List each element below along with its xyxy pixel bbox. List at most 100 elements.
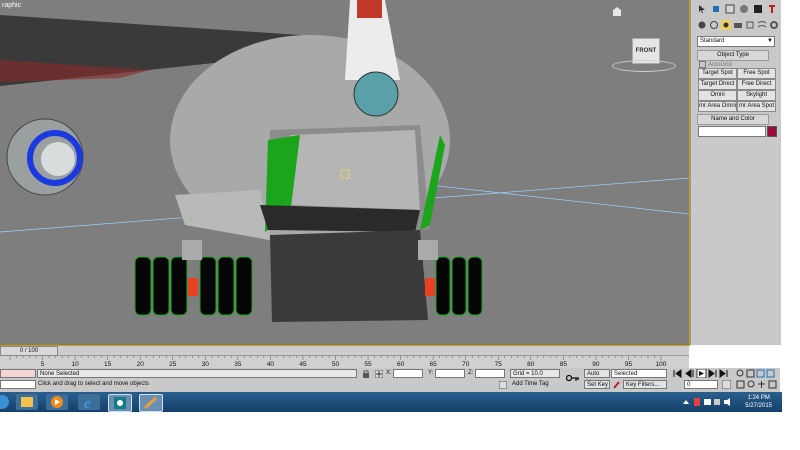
system-clock[interactable]: 1:24 PM 5/27/2015	[745, 394, 772, 410]
viewport-navigation-icons[interactable]	[736, 369, 780, 389]
prompt-line: Click and drag to select and move object…	[38, 381, 150, 387]
ruler-tick-label: 75	[495, 361, 503, 368]
y-label: Y:	[428, 370, 434, 376]
system-tray-icons[interactable]	[682, 397, 732, 407]
internet-explorer-icon: e	[84, 396, 91, 412]
lights-icon[interactable]	[721, 20, 731, 30]
viewport-label[interactable]: raphic	[2, 2, 21, 9]
perspective-viewport[interactable]: raphic FRONT	[0, 0, 690, 346]
ruler-tick-label: 65	[430, 361, 438, 368]
omni-button[interactable]: Omni	[698, 90, 737, 101]
object-color-swatch[interactable]	[767, 126, 777, 137]
key-icon[interactable]	[566, 374, 580, 382]
nose-tip	[357, 0, 382, 18]
media-player-taskbar-button[interactable]	[46, 394, 68, 410]
fuselage-belly	[175, 190, 270, 240]
skylight-button[interactable]: Skylight	[737, 90, 776, 101]
rollout-name-color[interactable]: Name and Color	[697, 114, 769, 125]
motion-icon[interactable]	[739, 4, 749, 14]
time-config-icon[interactable]	[722, 380, 731, 389]
mr-area-spot-button[interactable]: mr Area Spot	[737, 101, 776, 112]
ruler-tick-label: 70	[462, 361, 470, 368]
y-coordinate-field[interactable]	[435, 369, 465, 378]
cursor-icon[interactable]	[697, 4, 707, 14]
engine-core	[41, 142, 75, 176]
target-direct-button[interactable]: Target Direct	[698, 79, 737, 90]
ruler-tick-label: 60	[397, 361, 405, 368]
ruler-tick-label: 95	[625, 361, 633, 368]
ruler-tick-label: 25	[169, 361, 177, 368]
view-cube[interactable]: FRONT	[612, 34, 676, 72]
timeline-ruler: 5 10 15 20 25 30 35 40 45 50 55 60 65 70 75 80 85 90 95 100	[9, 356, 667, 368]
set-key-button[interactable]: Set Key	[584, 380, 610, 389]
browser-taskbar-button[interactable]: e	[78, 394, 100, 412]
ruler-tick-label: 30	[202, 361, 210, 368]
rollout-object-type[interactable]: Object Type	[697, 50, 769, 61]
add-time-tag-button[interactable]: Add Time Tag	[512, 380, 549, 389]
z-coordinate-field[interactable]	[475, 369, 505, 378]
windows-taskbar: e 1:24 PM 5/27/2015	[0, 392, 782, 412]
lock-icon[interactable]	[362, 370, 370, 378]
ruler-tick-label: 100	[656, 361, 667, 368]
3dsmax-icon	[114, 397, 126, 409]
maxscript-listener[interactable]	[0, 369, 36, 378]
ruler-tick-label: 80	[527, 361, 535, 368]
paint-icon	[143, 396, 158, 410]
aircraft-model-render[interactable]	[0, 0, 689, 345]
target-spot-button[interactable]: Target Spot	[698, 68, 737, 79]
ruler-tick-label: 50	[332, 361, 340, 368]
systems-icon[interactable]	[769, 20, 779, 30]
auto-key-button[interactable]: Auto Key	[584, 369, 610, 386]
command-panel: Standard ▼ Object Type AutoGrid Target S…	[690, 0, 781, 345]
ruler-tick-label: 10	[71, 361, 79, 368]
mr-area-omni-button[interactable]: mr Area Omni	[698, 101, 737, 112]
viewcube-ring[interactable]	[612, 60, 676, 72]
absolute-mode-icon[interactable]	[375, 370, 383, 378]
cargo-bay	[290, 130, 420, 210]
cargo-ramp	[270, 230, 428, 322]
ruler-tick-label: 35	[234, 361, 242, 368]
modify-icon[interactable]	[711, 4, 721, 14]
time-slider[interactable]: 0 / 100	[0, 346, 58, 356]
dropdown-value: Standard	[700, 38, 725, 44]
x-coordinate-field[interactable]	[393, 369, 423, 378]
key-filters-button[interactable]: Key Filters...	[623, 380, 667, 389]
ruler-tick-label: 15	[104, 361, 112, 368]
shapes-icon[interactable]	[709, 20, 719, 30]
start-button-icon[interactable]	[0, 394, 12, 410]
script-input[interactable]	[0, 380, 36, 389]
x-label: X:	[386, 370, 392, 376]
free-spot-button[interactable]: Free Spot	[737, 68, 776, 79]
key-mode-dropdown[interactable]: Selected	[611, 369, 667, 378]
utilities-icon[interactable]	[767, 4, 777, 14]
ruler-tick-label: 40	[267, 361, 275, 368]
landing-gear-left	[134, 240, 253, 316]
free-direct-button[interactable]: Free Direct	[737, 79, 776, 90]
category-dropdown[interactable]: Standard ▼	[697, 36, 775, 47]
z-label: Z:	[468, 370, 474, 376]
3dsmax-taskbar-button[interactable]	[108, 394, 132, 412]
paint-taskbar-button[interactable]	[139, 394, 163, 412]
cockpit-window	[353, 71, 399, 117]
playback-controls[interactable]	[673, 369, 733, 378]
helpers-icon[interactable]	[745, 20, 755, 30]
key-filter-icon[interactable]	[613, 381, 621, 389]
current-frame-field[interactable]: 0	[684, 380, 718, 389]
ruler-tick-label: 5	[41, 361, 45, 368]
display-icon[interactable]	[753, 4, 763, 14]
ruler-tick-label: 55	[364, 361, 372, 368]
rollout-title: Object Type	[717, 52, 749, 58]
cameras-icon[interactable]	[733, 20, 743, 30]
file-explorer-taskbar-button[interactable]	[16, 394, 38, 410]
track-bar[interactable]: 5 10 15 20 25 30 35 40 45 50 55 60 65 70 75 80 85 90 95 100	[0, 356, 689, 368]
time-tag-icon[interactable]	[499, 381, 507, 389]
checkbox-box	[699, 61, 706, 68]
time-slider-track[interactable]: 0 / 100	[0, 346, 689, 356]
geometry-icon[interactable]	[697, 20, 707, 30]
chevron-down-icon: ▼	[767, 38, 773, 44]
hierarchy-icon[interactable]	[725, 4, 735, 14]
space-warps-icon[interactable]	[757, 20, 767, 30]
home-icon[interactable]	[612, 7, 622, 16]
object-name-input[interactable]	[698, 126, 766, 137]
landing-gear-right	[418, 240, 483, 316]
